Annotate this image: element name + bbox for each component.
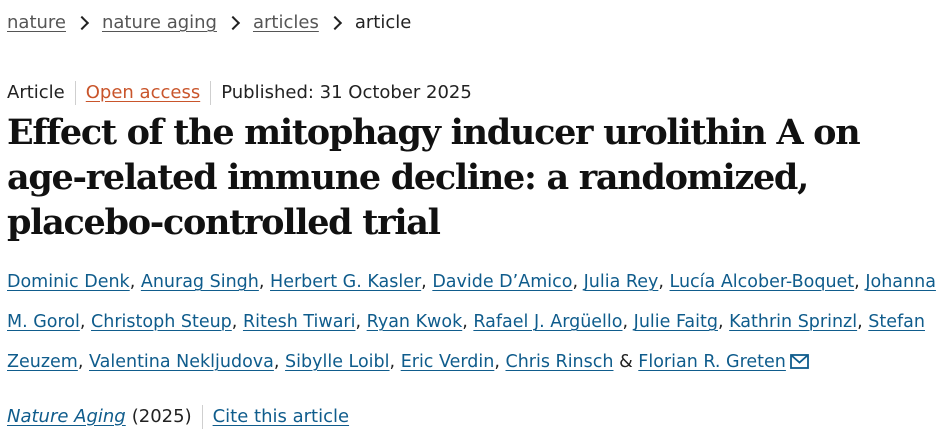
author-separator: ,: [494, 352, 500, 372]
author-separator: ,: [421, 272, 427, 292]
author-link[interactable]: Christoph Steup: [91, 312, 232, 332]
article-title: Effect of the mitophagy inducer urolithi…: [7, 112, 861, 243]
author-link[interactable]: Ritesh Tiwari: [243, 312, 356, 332]
breadcrumb: nature nature aging articles article: [7, 11, 411, 35]
author-separator: ,: [462, 312, 468, 332]
author-link[interactable]: Herbert G. Kasler: [270, 272, 421, 292]
chevron-right-icon: [74, 15, 90, 31]
author-link[interactable]: Chris Rinsch: [505, 352, 613, 372]
author-separator: ,: [231, 312, 238, 332]
author-separator: ,: [854, 272, 860, 292]
author-and: &: [619, 352, 633, 372]
published-date: Published: 31 October 2025: [221, 82, 472, 103]
author-link[interactable]: Julia Rey: [584, 272, 659, 292]
author-separator: ,: [258, 272, 265, 292]
author-link[interactable]: Anurag Singh: [141, 272, 259, 292]
author-separator: ,: [273, 352, 280, 372]
author-separator: ,: [79, 312, 86, 332]
article-type: Article: [7, 82, 65, 103]
divider: [210, 81, 212, 105]
author-separator: ,: [658, 272, 664, 292]
author-list: Dominic Denk, Anurag Singh, Herbert G. K…: [7, 262, 945, 384]
author-link[interactable]: Rafael J. Argüello: [473, 312, 622, 332]
journal-link[interactable]: Nature Aging: [7, 405, 126, 429]
author-link[interactable]: Julie Faitg: [634, 312, 718, 332]
author-link[interactable]: Eric Verdin: [401, 352, 495, 372]
author-link[interactable]: Kathrin Sprinzl: [729, 312, 857, 332]
author-separator: ,: [572, 272, 579, 292]
breadcrumb-nature[interactable]: nature: [7, 11, 66, 35]
breadcrumb-nature-aging[interactable]: nature aging: [102, 11, 217, 35]
citation-line: Nature Aging (2025) Cite this article: [7, 405, 349, 429]
breadcrumb-articles[interactable]: articles: [253, 11, 319, 35]
author-link[interactable]: Florian R. Greten: [638, 352, 786, 372]
author-link[interactable]: Sibylle Loibl: [285, 352, 389, 372]
chevron-right-icon: [225, 15, 241, 31]
chevron-right-icon: [327, 15, 342, 31]
divider: [74, 81, 76, 105]
author-separator: ,: [129, 272, 136, 292]
author-link[interactable]: Ryan Kwok: [367, 312, 463, 332]
author-separator: ,: [622, 312, 629, 332]
author-link[interactable]: Lucía Alcober-Boquet: [670, 272, 855, 292]
cite-this-article-link[interactable]: Cite this article: [213, 405, 349, 429]
envelope-icon[interactable]: [789, 344, 809, 384]
author-separator: ,: [717, 312, 724, 332]
author-separator: ,: [77, 352, 84, 372]
author-separator: ,: [355, 312, 362, 332]
author-separator: ,: [857, 312, 863, 332]
divider: [201, 405, 203, 429]
article-meta: Article Open access Published: 31 Octobe…: [7, 81, 472, 105]
citation-year: (2025): [131, 406, 192, 427]
breadcrumb-current: article: [354, 12, 412, 33]
author-link[interactable]: Davide D’Amico: [432, 272, 572, 292]
author-link[interactable]: Dominic Denk: [7, 272, 130, 292]
author-link[interactable]: Valentina Nekljudova: [89, 352, 274, 372]
open-access-link[interactable]: Open access: [86, 81, 200, 105]
author-separator: ,: [389, 352, 396, 372]
